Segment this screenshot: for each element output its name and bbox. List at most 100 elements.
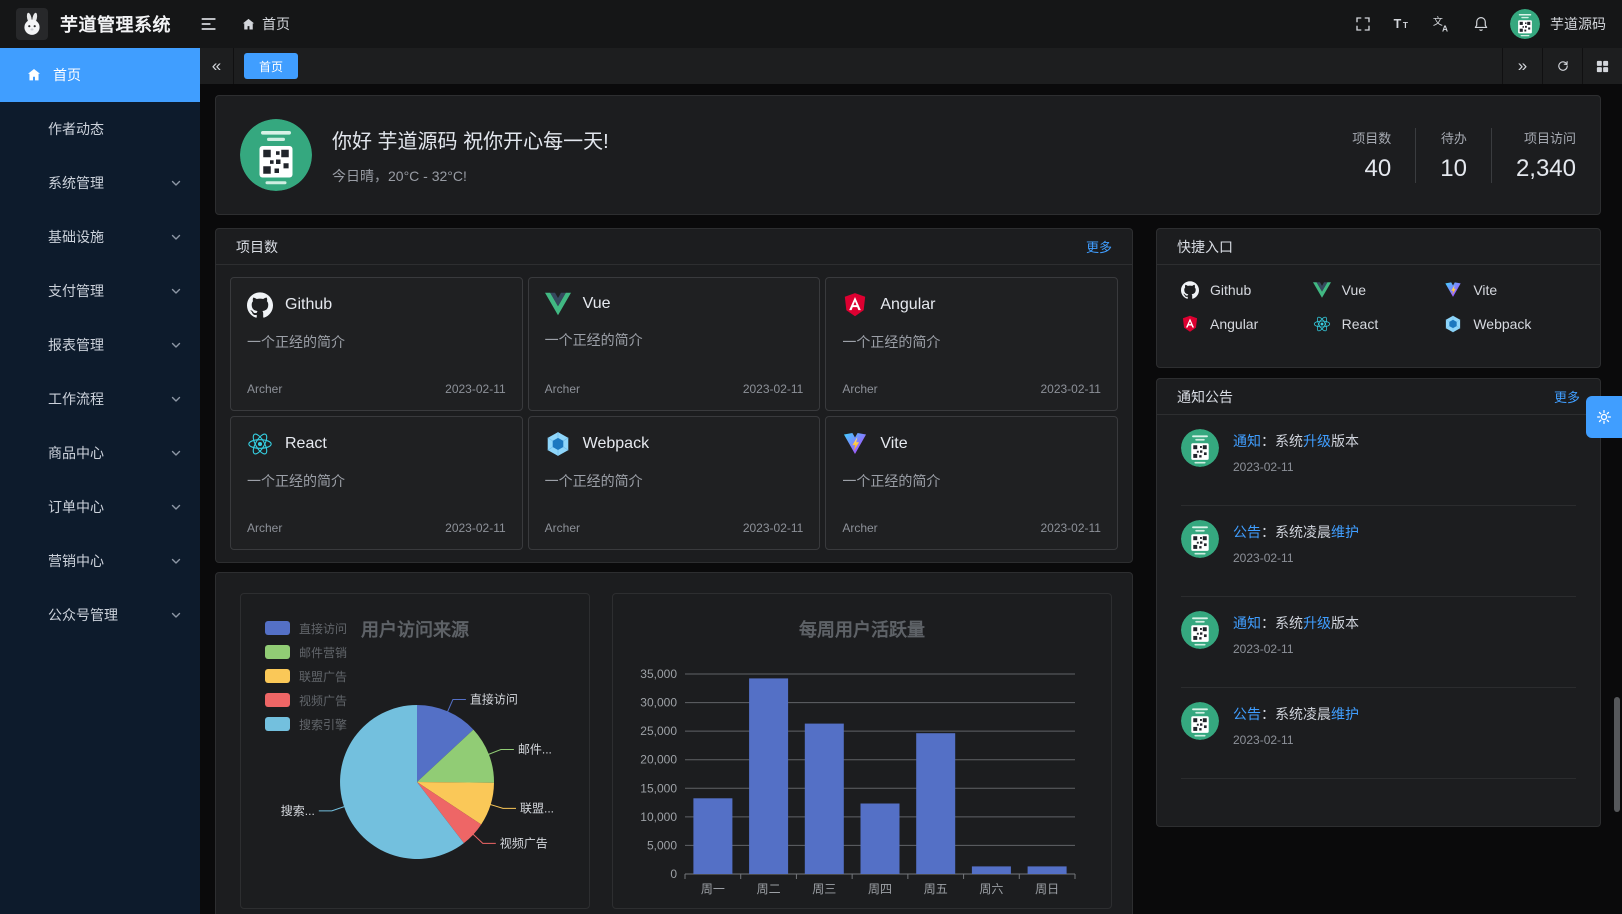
sidebar-item-system[interactable]: 系统管理 (0, 156, 200, 210)
project-tile-vite[interactable]: Vite 一个正经的简介 Archer 2023-02-11 (825, 416, 1118, 550)
notice-title: 公告：系统凌晨维护 (1233, 520, 1359, 542)
sidebar-item-orders[interactable]: 订单中心 (0, 480, 200, 534)
legend-item[interactable]: 直接访问 (265, 616, 347, 640)
app-logo (16, 8, 48, 40)
svg-text:周五: 周五 (924, 882, 948, 896)
project-tile-github[interactable]: Github 一个正经的简介 Archer 2023-02-11 (230, 277, 523, 411)
legend-label: 搜索引擎 (299, 716, 347, 733)
notice-item[interactable]: 公告：系统凌晨维护 2023-02-11 (1181, 688, 1576, 779)
notices-more-link[interactable]: 更多 (1554, 387, 1580, 406)
page-content: 你好 芋道源码 祝你开心每一天! 今日晴，20°C - 32°C! 项目数 40… (200, 84, 1622, 914)
sidebar-item-payment[interactable]: 支付管理 (0, 264, 200, 318)
shortcut-label: React (1342, 316, 1379, 332)
legend-item[interactable]: 邮件营销 (265, 640, 347, 664)
language-icon[interactable]: 文A (1432, 14, 1452, 34)
sidebar-item-label: 商品中心 (48, 443, 104, 463)
chevron-down-icon (170, 177, 182, 189)
project-date: 2023-02-11 (445, 382, 506, 396)
angular-icon (1181, 315, 1199, 333)
notice-title: 通知：系统升级版本 (1233, 429, 1359, 451)
project-name: Vite (880, 435, 907, 453)
sidebar-item-workflow[interactable]: 工作流程 (0, 372, 200, 426)
chevron-down-icon (170, 609, 182, 621)
stat-value: 10 (1440, 155, 1467, 183)
svg-text:周一: 周一 (701, 882, 725, 896)
tab-home[interactable]: 首页 (244, 53, 298, 79)
legend-swatch (265, 693, 290, 707)
notice-item[interactable]: 通知：系统升级版本 2023-02-11 (1181, 597, 1576, 688)
sidebar-item-label: 订单中心 (48, 497, 104, 517)
stat-label: 项目访问 (1516, 128, 1576, 147)
shortcut-label: Vite (1473, 282, 1497, 298)
legend-item[interactable]: 搜索引擎 (265, 712, 347, 736)
projects-more-link[interactable]: 更多 (1086, 237, 1112, 256)
scrollbar-thumb[interactable] (1614, 697, 1620, 812)
username[interactable]: 芋道源码 (1550, 14, 1606, 34)
profile-avatar (240, 119, 312, 191)
layout-grid-icon[interactable] (1582, 48, 1622, 84)
chevron-down-icon (170, 555, 182, 567)
notice-avatar (1181, 429, 1219, 467)
project-name: Vue (583, 295, 611, 313)
svg-text:25,000: 25,000 (640, 724, 677, 738)
svg-text:周六: 周六 (979, 882, 1003, 896)
notice-date: 2023-02-11 (1233, 642, 1359, 656)
project-desc: 一个正经的简介 (247, 471, 506, 491)
notification-bell-icon[interactable] (1472, 15, 1490, 33)
svg-text:视频广告: 视频广告 (500, 835, 548, 850)
sidebar-item-label: 首页 (53, 65, 81, 85)
shortcut-github[interactable]: Github (1181, 281, 1313, 299)
project-tile-react[interactable]: React 一个正经的简介 Archer 2023-02-11 (230, 416, 523, 550)
settings-gear-button[interactable] (1586, 396, 1622, 438)
chevron-down-icon (170, 393, 182, 405)
project-tile-webpack[interactable]: Webpack 一个正经的简介 Archer 2023-02-11 (528, 416, 821, 550)
project-author: Archer (545, 382, 580, 396)
sidebar-item-label: 报表管理 (48, 335, 104, 355)
font-size-icon[interactable]: TT (1392, 14, 1412, 34)
sidebar-item-label: 作者动态 (48, 119, 104, 139)
sidebar-item-home[interactable]: 首页 (0, 48, 200, 102)
legend-swatch (265, 669, 290, 683)
shortcuts-grid: Github Vue Vite (1157, 265, 1600, 349)
legend-item[interactable]: 联盟广告 (265, 664, 347, 688)
shortcut-angular[interactable]: Angular (1181, 315, 1313, 333)
svg-text:A: A (1442, 24, 1448, 34)
sidebar-item-wechat-official[interactable]: 公众号管理 (0, 588, 200, 642)
notice-item[interactable]: 公告：系统凌晨维护 2023-02-11 (1181, 506, 1576, 597)
fullscreen-icon[interactable] (1354, 15, 1372, 33)
project-name: Github (285, 296, 332, 314)
tabs-scroll-right-icon[interactable]: » (1502, 48, 1542, 84)
pie-legend: 直接访问邮件营销联盟广告视频广告搜索引擎 (265, 616, 347, 736)
svg-text:搜索...: 搜索... (281, 803, 315, 818)
sidebar-item-products[interactable]: 商品中心 (0, 426, 200, 480)
chevron-down-icon (170, 285, 182, 297)
sidebar-item-marketing[interactable]: 营销中心 (0, 534, 200, 588)
refresh-icon[interactable] (1542, 48, 1582, 84)
project-author: Archer (842, 521, 877, 535)
chevron-down-icon (170, 501, 182, 513)
breadcrumb[interactable]: 首页 (241, 14, 290, 34)
sidebar-item-author-news[interactable]: 作者动态 (0, 102, 200, 156)
svg-text:5,000: 5,000 (647, 838, 677, 852)
sidebar-item-reports[interactable]: 报表管理 (0, 318, 200, 372)
charts-card: 用户访问来源 直接访问邮件营销联盟广告视频广告搜索引擎 直接访问邮件...联盟.… (215, 572, 1133, 914)
gear-icon (1594, 407, 1614, 427)
stat-label: 待办 (1440, 128, 1467, 147)
svg-text:周四: 周四 (868, 882, 892, 896)
user-avatar[interactable] (1510, 9, 1540, 39)
legend-label: 视频广告 (299, 692, 347, 709)
sidebar-item-infrastructure[interactable]: 基础设施 (0, 210, 200, 264)
tabs-scroll-left-icon[interactable]: « (200, 48, 234, 84)
notice-item[interactable]: 通知：系统升级版本 2023-02-11 (1181, 415, 1576, 506)
sidebar-collapse-icon[interactable] (199, 14, 219, 34)
shortcut-webpack[interactable]: Webpack (1444, 315, 1576, 333)
project-tile-angular[interactable]: Angular 一个正经的简介 Archer 2023-02-11 (825, 277, 1118, 411)
legend-item[interactable]: 视频广告 (265, 688, 347, 712)
weather-text: 今日晴，20°C - 32°C! (332, 166, 609, 186)
shortcuts-card: 快捷入口 Github Vue (1156, 228, 1601, 368)
project-tile-vue[interactable]: Vue 一个正经的简介 Archer 2023-02-11 (528, 277, 821, 411)
shortcut-vite[interactable]: Vite (1444, 281, 1576, 299)
shortcut-vue[interactable]: Vue (1313, 281, 1445, 299)
projects-card-title: 项目数 (236, 237, 278, 257)
shortcut-react[interactable]: React (1313, 315, 1445, 333)
